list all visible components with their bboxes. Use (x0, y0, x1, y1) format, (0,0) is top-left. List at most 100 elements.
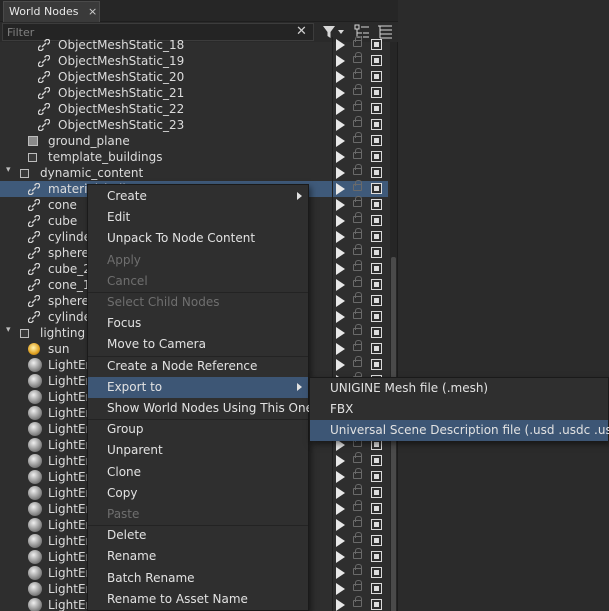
enabled-arrow-icon[interactable] (336, 487, 345, 499)
visibility-checkbox-icon[interactable] (371, 519, 382, 530)
visibility-checkbox-icon[interactable] (371, 455, 382, 466)
lock-icon[interactable] (353, 244, 362, 255)
lock-icon[interactable] (353, 596, 362, 607)
visibility-checkbox-icon[interactable] (371, 167, 382, 178)
enabled-arrow-icon[interactable] (336, 151, 345, 163)
enabled-arrow-icon[interactable] (336, 55, 345, 67)
lock-icon[interactable] (353, 84, 362, 95)
vertical-scrollbar[interactable] (390, 42, 397, 611)
visibility-checkbox-icon[interactable] (371, 231, 382, 242)
visibility-checkbox-icon[interactable] (371, 471, 382, 482)
enabled-arrow-icon[interactable] (336, 311, 345, 323)
lock-icon[interactable] (353, 356, 362, 367)
menu-item-delete[interactable]: Delete (88, 525, 308, 546)
visibility-checkbox-icon[interactable] (371, 343, 382, 354)
tab-world-nodes[interactable]: World Nodes × (3, 1, 100, 22)
menu-item-rename[interactable]: Rename (88, 546, 308, 567)
enabled-arrow-icon[interactable] (336, 583, 345, 595)
lock-icon[interactable] (353, 116, 362, 127)
visibility-checkbox-icon[interactable] (371, 103, 382, 114)
enabled-arrow-icon[interactable] (336, 535, 345, 547)
menu-item-show-world-nodes-using-this-one[interactable]: Show World Nodes Using This One (88, 398, 313, 419)
lock-icon[interactable] (353, 52, 362, 63)
menu-item-copy[interactable]: Copy (88, 483, 308, 504)
visibility-checkbox-icon[interactable] (371, 551, 382, 562)
enabled-arrow-icon[interactable] (336, 167, 345, 179)
enabled-arrow-icon[interactable] (336, 295, 345, 307)
tree-row[interactable]: ObjectMeshStatic_18 (0, 36, 388, 53)
enabled-arrow-icon[interactable] (336, 471, 345, 483)
tab-close-icon[interactable]: × (88, 5, 97, 18)
lock-icon[interactable] (353, 324, 362, 335)
lock-icon[interactable] (353, 164, 362, 175)
enabled-arrow-icon[interactable] (336, 263, 345, 275)
tree-row[interactable]: ObjectMeshStatic_20 (0, 68, 388, 85)
visibility-checkbox-icon[interactable] (371, 487, 382, 498)
menu-item-batch-rename[interactable]: Batch Rename (88, 568, 308, 589)
visibility-checkbox-icon[interactable] (371, 151, 382, 162)
visibility-checkbox-icon[interactable] (371, 327, 382, 338)
visibility-checkbox-icon[interactable] (371, 247, 382, 258)
enabled-arrow-icon[interactable] (336, 599, 345, 611)
enabled-arrow-icon[interactable] (336, 279, 345, 291)
tree-row[interactable]: ground_plane (0, 132, 388, 149)
enabled-arrow-icon[interactable] (336, 551, 345, 563)
lock-icon[interactable] (353, 132, 362, 143)
lock-icon[interactable] (353, 516, 362, 527)
visibility-checkbox-icon[interactable] (371, 39, 382, 50)
menu-item-unparent[interactable]: Unparent (88, 440, 308, 461)
tree-row[interactable]: ObjectMeshStatic_23 (0, 116, 388, 133)
lock-icon[interactable] (353, 580, 362, 591)
enabled-arrow-icon[interactable] (336, 87, 345, 99)
visibility-checkbox-icon[interactable] (371, 263, 382, 274)
enabled-arrow-icon[interactable] (336, 231, 345, 243)
visibility-checkbox-icon[interactable] (371, 535, 382, 546)
visibility-checkbox-icon[interactable] (371, 71, 382, 82)
menu-item-rename-to-asset-name[interactable]: Rename to Asset Name (88, 589, 308, 610)
lock-icon[interactable] (353, 548, 362, 559)
menu-item-edit[interactable]: Edit (88, 207, 308, 228)
lock-icon[interactable] (353, 276, 362, 287)
menu-item-move-to-camera[interactable]: Move to Camera (88, 334, 308, 355)
menu-item-create[interactable]: Create (88, 186, 308, 207)
lock-icon[interactable] (353, 436, 362, 447)
menu-item-group[interactable]: Group (88, 419, 308, 440)
lock-icon[interactable] (353, 484, 362, 495)
enabled-arrow-icon[interactable] (336, 455, 345, 467)
lock-icon[interactable] (353, 212, 362, 223)
lock-icon[interactable] (353, 228, 362, 239)
visibility-checkbox-icon[interactable] (371, 135, 382, 146)
lock-icon[interactable] (353, 260, 362, 271)
lock-icon[interactable] (353, 196, 362, 207)
lock-icon[interactable] (353, 340, 362, 351)
enabled-arrow-icon[interactable] (336, 39, 345, 51)
lock-icon[interactable] (353, 500, 362, 511)
expand-arrow-icon[interactable]: ▾ (6, 325, 11, 335)
visibility-checkbox-icon[interactable] (371, 87, 382, 98)
lock-icon[interactable] (353, 148, 362, 159)
visibility-checkbox-icon[interactable] (371, 311, 382, 322)
visibility-checkbox-icon[interactable] (371, 599, 382, 610)
enabled-arrow-icon[interactable] (336, 71, 345, 83)
lock-icon[interactable] (353, 180, 362, 191)
export-option[interactable]: UNIGINE Mesh file (.mesh) (310, 378, 608, 399)
visibility-checkbox-icon[interactable] (371, 279, 382, 290)
enabled-arrow-icon[interactable] (336, 135, 345, 147)
lock-icon[interactable] (353, 100, 362, 111)
enabled-arrow-icon[interactable] (336, 359, 345, 371)
enabled-arrow-icon[interactable] (336, 327, 345, 339)
tree-row[interactable]: ObjectMeshStatic_19 (0, 52, 388, 69)
visibility-checkbox-icon[interactable] (371, 55, 382, 66)
lock-icon[interactable] (353, 452, 362, 463)
expand-arrow-icon[interactable]: ▾ (6, 165, 11, 175)
menu-item-create-a-node-reference[interactable]: Create a Node Reference (88, 356, 308, 377)
menu-item-unpack-to-node-content[interactable]: Unpack To Node Content (88, 228, 308, 249)
visibility-checkbox-icon[interactable] (371, 295, 382, 306)
menu-item-export-to[interactable]: Export to (88, 376, 308, 398)
enabled-arrow-icon[interactable] (336, 183, 345, 195)
enabled-arrow-icon[interactable] (336, 519, 345, 531)
visibility-checkbox-icon[interactable] (371, 119, 382, 130)
visibility-checkbox-icon[interactable] (371, 583, 382, 594)
enabled-arrow-icon[interactable] (336, 567, 345, 579)
enabled-arrow-icon[interactable] (336, 103, 345, 115)
